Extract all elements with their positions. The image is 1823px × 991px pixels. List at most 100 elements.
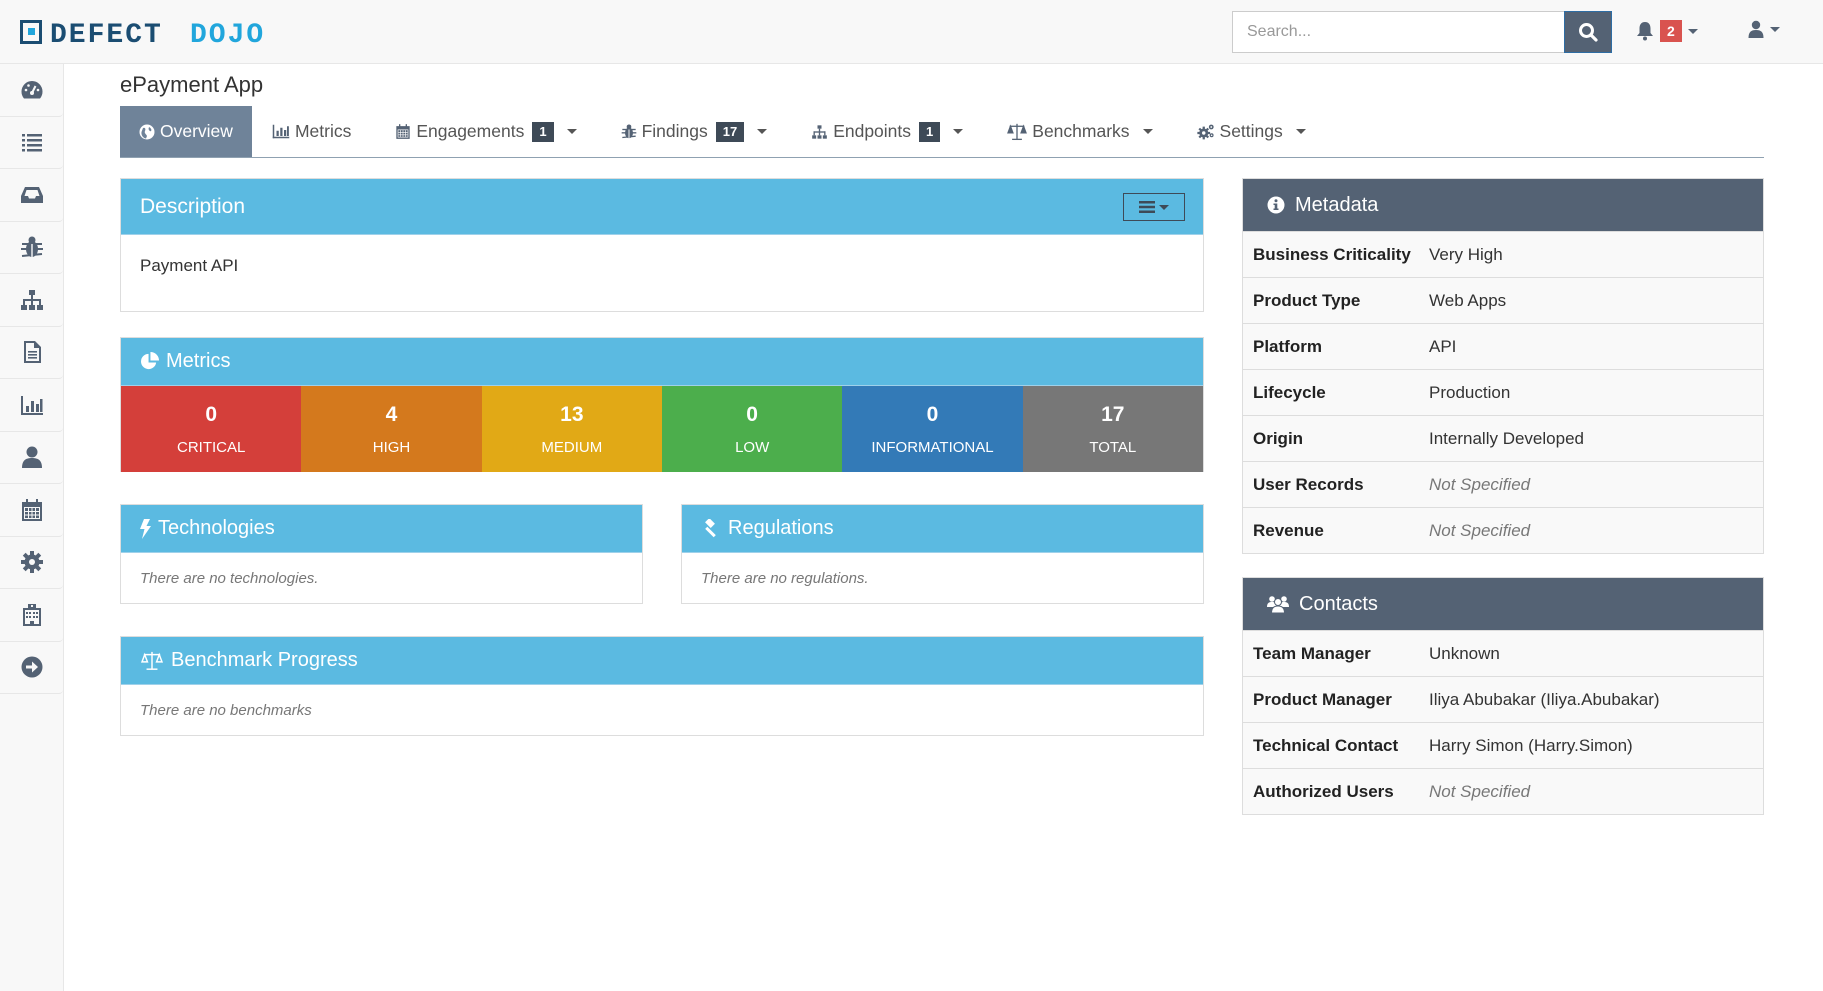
metric-label: HIGH bbox=[372, 438, 411, 456]
row-label: Origin bbox=[1253, 428, 1304, 448]
description-menu-button[interactable] bbox=[1123, 193, 1185, 221]
row-label: Authorized Users bbox=[1253, 781, 1394, 801]
description-panel-header: Description bbox=[121, 179, 1203, 235]
table-row: Lifecycle Production bbox=[1243, 369, 1763, 415]
metric-tile-medium[interactable]: 13 MEDIUM bbox=[481, 386, 662, 472]
metric-tile-critical[interactable]: 0 CRITICAL bbox=[121, 386, 302, 472]
logo-text-light: DOJO bbox=[190, 20, 265, 44]
sidebar-item-logout[interactable] bbox=[0, 642, 63, 694]
sidebar-item-users[interactable] bbox=[0, 432, 63, 484]
sidebar-item-hospital[interactable] bbox=[0, 589, 63, 642]
metric-label: CRITICAL bbox=[176, 438, 246, 456]
row-label: Platform bbox=[1253, 336, 1322, 356]
tab-overview[interactable]: Overview bbox=[120, 106, 252, 157]
metric-tile-informational[interactable]: 0 INFORMATIONAL bbox=[842, 386, 1023, 472]
chevron-down-icon bbox=[757, 129, 768, 134]
tab-benchmarks[interactable]: Benchmarks bbox=[991, 106, 1168, 157]
row-label: Lifecycle bbox=[1253, 382, 1326, 402]
row-label: Product Manager bbox=[1253, 689, 1392, 709]
metadata-table: Business Criticality Very High Product Typ… bbox=[1243, 231, 1763, 553]
sidebar-item-configuration[interactable] bbox=[0, 537, 63, 589]
benchmark-panel-body: There are no benchmarks bbox=[121, 685, 1203, 735]
cogs-icon bbox=[1196, 124, 1214, 140]
page-title: ePayment App bbox=[120, 72, 264, 97]
alert-count-badge: 2 bbox=[1660, 20, 1682, 42]
regulations-panel-header: Regulations bbox=[682, 505, 1203, 553]
contacts-table: Team Manager Unknown Product Manager Iliya … bbox=[1243, 630, 1763, 814]
row-label: Team Manager bbox=[1253, 643, 1371, 663]
panel-title: Benchmark Progress bbox=[171, 649, 358, 671]
chevron-down-icon bbox=[566, 129, 577, 134]
alerts-dropdown[interactable]: 2 bbox=[1636, 20, 1698, 42]
row-value: Not Specified bbox=[1429, 474, 1531, 494]
sidebar-item-reports[interactable] bbox=[0, 327, 63, 379]
sidebar-item-calendar[interactable] bbox=[0, 484, 63, 537]
tab-label: Metrics bbox=[294, 121, 352, 141]
tab-settings[interactable]: Settings bbox=[1181, 106, 1322, 157]
row-label: Revenue bbox=[1253, 520, 1324, 540]
contacts-panel: Contacts Team Manager Unknown Product Mana… bbox=[1242, 577, 1764, 815]
sidebar bbox=[0, 64, 64, 991]
row-value: Very High bbox=[1429, 244, 1503, 264]
sidebar-item-dashboard[interactable] bbox=[0, 64, 63, 117]
sidebar-item-metrics[interactable] bbox=[0, 379, 63, 432]
table-row: Product Manager Iliya Abubakar (Iliya.Abu… bbox=[1243, 676, 1763, 722]
search-button[interactable] bbox=[1564, 11, 1612, 53]
metric-label: TOTAL bbox=[1089, 438, 1137, 456]
dashboard-icon bbox=[20, 80, 43, 99]
arrow-circle-right-icon bbox=[21, 656, 42, 678]
table-row: Technical Contact Harry Simon (Harry.Simo… bbox=[1243, 722, 1763, 768]
gear-icon bbox=[20, 551, 43, 574]
tab-label: Benchmarks bbox=[1032, 121, 1130, 141]
search-form bbox=[1232, 11, 1612, 53]
metric-tile-low[interactable]: 0 LOW bbox=[661, 386, 843, 472]
benchmark-panel-header: Benchmark Progress bbox=[121, 637, 1203, 685]
users-icon bbox=[1267, 596, 1289, 613]
tab-engagements[interactable]: Engagements 1 bbox=[379, 106, 592, 157]
contacts-panel-header: Contacts bbox=[1243, 578, 1763, 630]
tab-label: Overview bbox=[160, 121, 233, 141]
row-value: Unknown bbox=[1429, 643, 1500, 663]
gavel-icon bbox=[705, 518, 716, 537]
inbox-icon bbox=[20, 186, 43, 203]
sitemap-icon bbox=[812, 124, 828, 139]
panel-title: Contacts bbox=[1299, 592, 1378, 615]
chevron-down-icon bbox=[1687, 28, 1698, 34]
tab-findings[interactable]: Findings 17 bbox=[605, 106, 784, 157]
balance-scale-icon bbox=[1007, 123, 1028, 140]
metric-tile-high[interactable]: 4 HIGH bbox=[301, 386, 482, 472]
findings-count-badge: 17 bbox=[715, 121, 745, 142]
row-value: Production bbox=[1429, 382, 1511, 402]
chevron-down-icon bbox=[1295, 129, 1306, 134]
metric-value: 4 bbox=[385, 402, 398, 426]
row-value: Not Specified bbox=[1429, 520, 1531, 540]
defectdojo-logo[interactable]: DEFECT DOJO bbox=[20, 20, 292, 44]
panel-title: Metrics bbox=[166, 350, 231, 372]
user-dropdown[interactable] bbox=[1748, 20, 1780, 38]
sidebar-item-endpoints[interactable] bbox=[0, 274, 63, 327]
pie-chart-icon bbox=[141, 352, 159, 370]
metric-tile-total[interactable]: 17 TOTAL bbox=[1022, 386, 1203, 472]
logo-graphic: DEFECT DOJO bbox=[20, 20, 265, 44]
table-row: Platform API bbox=[1243, 323, 1763, 369]
row-label: Business Criticality bbox=[1253, 244, 1411, 264]
tab-metrics[interactable]: Metrics bbox=[256, 106, 367, 157]
regulations-panel: Regulations There are no regulations. bbox=[681, 504, 1204, 604]
sidebar-item-findings[interactable] bbox=[0, 222, 63, 274]
list-icon bbox=[21, 134, 42, 152]
technologies-panel-body: There are no technologies. bbox=[121, 553, 642, 603]
table-row: Origin Internally Developed bbox=[1243, 415, 1763, 461]
search-input[interactable] bbox=[1232, 11, 1564, 53]
sidebar-item-engagements[interactable] bbox=[0, 169, 63, 222]
endpoints-count-badge: 1 bbox=[919, 121, 941, 142]
table-row: Team Manager Unknown bbox=[1243, 630, 1763, 676]
metrics-panel: Metrics 0 CRITICAL 4 HIGH 13 MEDIUM 0 LOW 0 I… bbox=[120, 337, 1204, 472]
metric-label: INFORMATIONAL bbox=[871, 438, 994, 456]
metadata-panel: Metadata Business Criticality Very High Pr… bbox=[1242, 178, 1764, 554]
panel-title: Metadata bbox=[1295, 193, 1379, 216]
calendar-icon bbox=[396, 124, 410, 139]
info-circle-icon bbox=[1267, 196, 1285, 214]
sidebar-item-products[interactable] bbox=[0, 117, 63, 169]
row-value: API bbox=[1429, 336, 1457, 356]
tab-endpoints[interactable]: Endpoints 1 bbox=[795, 106, 979, 157]
